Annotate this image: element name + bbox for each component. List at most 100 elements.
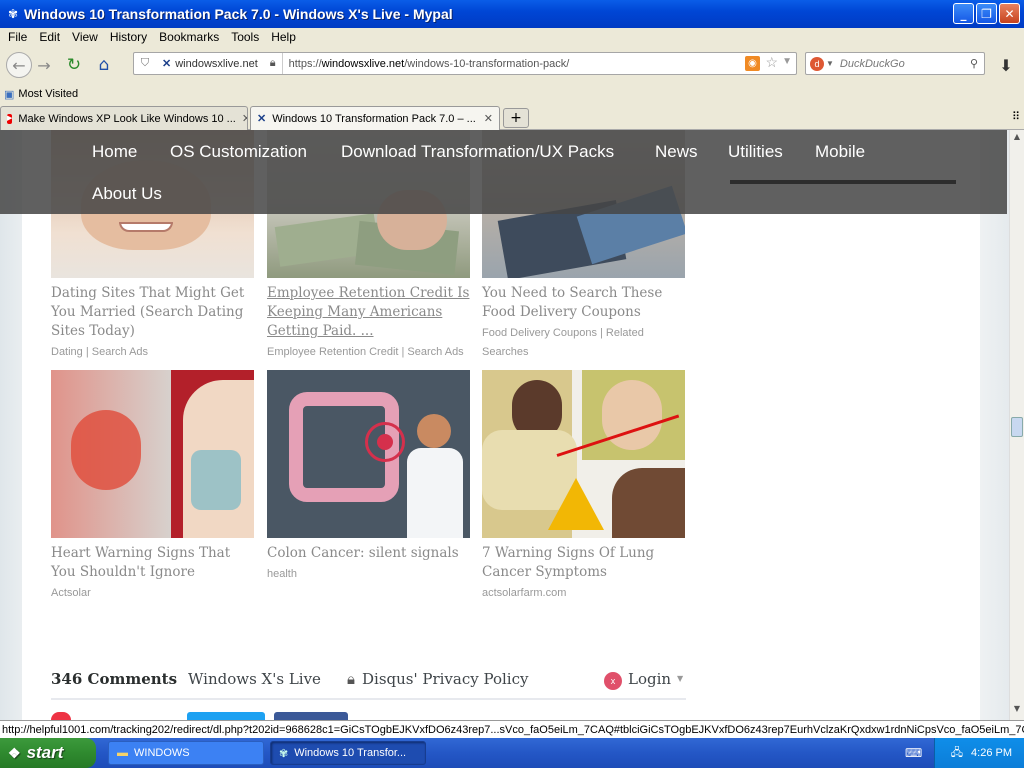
page-viewport: Dating Sites That Might Get You Married … <box>0 130 1009 720</box>
plus-icon: + <box>510 110 522 126</box>
nav-news[interactable]: News <box>655 142 698 162</box>
window-titlebar: ✾ Windows 10 Transformation Pack 7.0 - W… <box>0 0 1024 28</box>
search-box[interactable]: d ▼ DuckDuckGo ⚲ <box>805 52 985 75</box>
ad-source: health <box>267 568 297 580</box>
menu-edit[interactable]: Edit <box>33 30 66 44</box>
app-icon: ✾ <box>7 7 19 21</box>
scroll-down-icon[interactable]: ▼ <box>1011 704 1023 716</box>
ad-title[interactable]: 7 Warning Signs Of Lung Cancer Symptoms <box>482 544 685 582</box>
taskbar-item-label: Windows 10 Transfor... <box>294 747 407 759</box>
nav-home[interactable]: Home <box>92 142 137 162</box>
forward-button[interactable]: → <box>32 53 56 77</box>
ad-title[interactable]: Employee Retention Credit Is Keeping Man… <box>267 284 470 341</box>
tab-make-windows-xp[interactable]: ▶ Make Windows XP Look Like Windows 10 .… <box>0 106 248 130</box>
windows-logo-icon: ❖ <box>8 744 21 761</box>
browser-icon: ✾ <box>279 747 289 760</box>
share-button[interactable] <box>274 712 348 720</box>
maximize-button[interactable]: ❐ <box>976 3 997 24</box>
keyboard-icon[interactable]: ⌨ <box>905 746 922 760</box>
scroll-up-icon[interactable]: ▲ <box>1011 132 1023 144</box>
comments-site-tab[interactable]: Windows X's Live <box>188 670 321 688</box>
new-tab-button[interactable]: + <box>503 108 529 128</box>
ad-source: Employee Retention Credit | Search Ads <box>267 346 464 358</box>
taskbar: ❖ start ▬ WINDOWS ✾ Windows 10 Transfor.… <box>0 738 1024 768</box>
tab-label: Make Windows XP Look Like Windows 10 ... <box>18 112 236 125</box>
comments-count[interactable]: 346 Comments <box>51 670 177 688</box>
ad-image[interactable] <box>267 370 470 538</box>
home-button[interactable]: ⌂ <box>92 53 116 77</box>
nav-utilities[interactable]: Utilities <box>728 142 783 162</box>
vertical-scrollbar[interactable]: ▲ ▼ <box>1009 130 1024 720</box>
reload-icon: ↻ <box>66 55 82 75</box>
nav-os-customization[interactable]: OS Customization <box>170 142 307 162</box>
ad-card-heart-warning[interactable]: Heart Warning Signs That You Shouldn't I… <box>51 370 254 603</box>
nav-download-packs[interactable]: Download Transformation/UX Packs <box>341 142 614 162</box>
ad-source: actsolarfarm.com <box>482 587 567 599</box>
tweet-button[interactable] <box>187 712 265 720</box>
privacy-policy-link[interactable]: Disqus' Privacy Policy <box>362 670 528 688</box>
status-text: http://helpful1001.com/tracking202/redir… <box>2 723 1024 736</box>
nav-search-underline <box>730 180 956 184</box>
clock[interactable]: 4:26 PM <box>971 747 1012 759</box>
bookmark-star-icon[interactable]: ☆ <box>765 54 778 71</box>
login-button[interactable]: Login <box>628 670 671 688</box>
favorite-heart-icon[interactable] <box>51 712 71 720</box>
tab-close-icon[interactable]: ✕ <box>242 112 247 125</box>
ad-title[interactable]: Dating Sites That Might Get You Married … <box>51 284 254 341</box>
search-engine-dropdown-icon[interactable]: ▼ <box>826 59 834 68</box>
network-icon[interactable]: 🖧︎ <box>951 744 963 763</box>
scrollbar-thumb[interactable] <box>1011 417 1023 437</box>
ad-title[interactable]: Heart Warning Signs That You Shouldn't I… <box>51 544 254 582</box>
site-identity[interactable]: ✕ windowsxlive.net 🔒︎ <box>156 53 283 74</box>
taskbar-item-label: WINDOWS <box>134 747 190 759</box>
bookmark-most-visited[interactable]: Most Visited <box>18 88 78 100</box>
minimize-button[interactable]: _ <box>953 3 974 24</box>
youtube-icon: ▶ <box>7 113 13 124</box>
lock-icon: 🔒︎ <box>269 57 276 69</box>
menu-help[interactable]: Help <box>265 30 302 44</box>
window-title: Windows 10 Transformation Pack 7.0 - Win… <box>24 6 453 22</box>
close-button[interactable]: ✕ <box>999 3 1020 24</box>
menu-tools[interactable]: Tools <box>225 30 265 44</box>
tab-strip: ▶ Make Windows XP Look Like Windows 10 .… <box>0 106 1024 130</box>
search-icon[interactable]: ⚲ <box>970 57 978 70</box>
folder-icon: ▬ <box>117 747 128 759</box>
address-bar[interactable]: ⛉ ✕ windowsxlive.net 🔒︎ https://windowsx… <box>133 52 797 75</box>
ad-card-colon-cancer[interactable]: Colon Cancer: silent signals health <box>267 370 470 584</box>
back-button[interactable]: ← <box>6 52 32 78</box>
comments-header: 346 Comments Windows X's Live 🔒︎ Disqus'… <box>51 666 686 700</box>
nav-about-us[interactable]: About Us <box>92 184 162 204</box>
status-bar: http://helpful1001.com/tracking202/redir… <box>0 720 1024 738</box>
menu-file[interactable]: File <box>2 30 33 44</box>
site-identity-label: windowsxlive.net <box>175 57 258 70</box>
taskbar-item-browser[interactable]: ✾ Windows 10 Transfor... <box>270 741 426 765</box>
start-button[interactable]: ❖ start <box>0 738 96 768</box>
tab-close-icon[interactable]: ✕ <box>484 112 493 125</box>
ad-image[interactable] <box>51 370 254 538</box>
tab-list-icon[interactable]: ⠿ <box>1012 110 1020 123</box>
shield-icon: ⛉ <box>140 57 150 69</box>
menu-bookmarks[interactable]: Bookmarks <box>153 30 225 44</box>
url-dropdown-icon[interactable]: ▼ <box>782 56 792 67</box>
duckduckgo-icon[interactable]: d <box>810 56 824 71</box>
ad-source: Dating | Search Ads <box>51 346 149 358</box>
rss-feed-icon[interactable]: ◉ <box>745 56 760 71</box>
ad-card-lung-cancer[interactable]: 7 Warning Signs Of Lung Cancer Symptoms … <box>482 370 685 603</box>
ad-image[interactable] <box>482 370 685 538</box>
menu-history[interactable]: History <box>104 30 153 44</box>
downloads-button[interactable]: ⬇ <box>994 53 1018 77</box>
nav-mobile[interactable]: Mobile <box>815 142 865 162</box>
ad-title[interactable]: You Need to Search These Food Delivery C… <box>482 284 685 322</box>
lock-icon: 🔒︎ <box>347 670 355 688</box>
reload-button[interactable]: ↻ <box>62 53 86 77</box>
tab-windows-10-transformation[interactable]: ✕ Windows 10 Transformation Pack 7.0 – .… <box>250 106 500 130</box>
login-dropdown-icon[interactable]: ▼ <box>677 674 683 683</box>
back-arrow-icon: ← <box>12 55 26 75</box>
tab-label: Windows 10 Transformation Pack 7.0 – ... <box>272 112 476 125</box>
menu-view[interactable]: View <box>66 30 104 44</box>
ad-title[interactable]: Colon Cancer: silent signals <box>267 544 470 563</box>
search-placeholder: DuckDuckGo <box>839 57 905 70</box>
download-arrow-icon: ⬇ <box>999 55 1013 75</box>
url-text: https://windowsxlive.net/windows-10-tran… <box>288 57 570 70</box>
taskbar-item-windows-folder[interactable]: ▬ WINDOWS <box>108 741 264 765</box>
